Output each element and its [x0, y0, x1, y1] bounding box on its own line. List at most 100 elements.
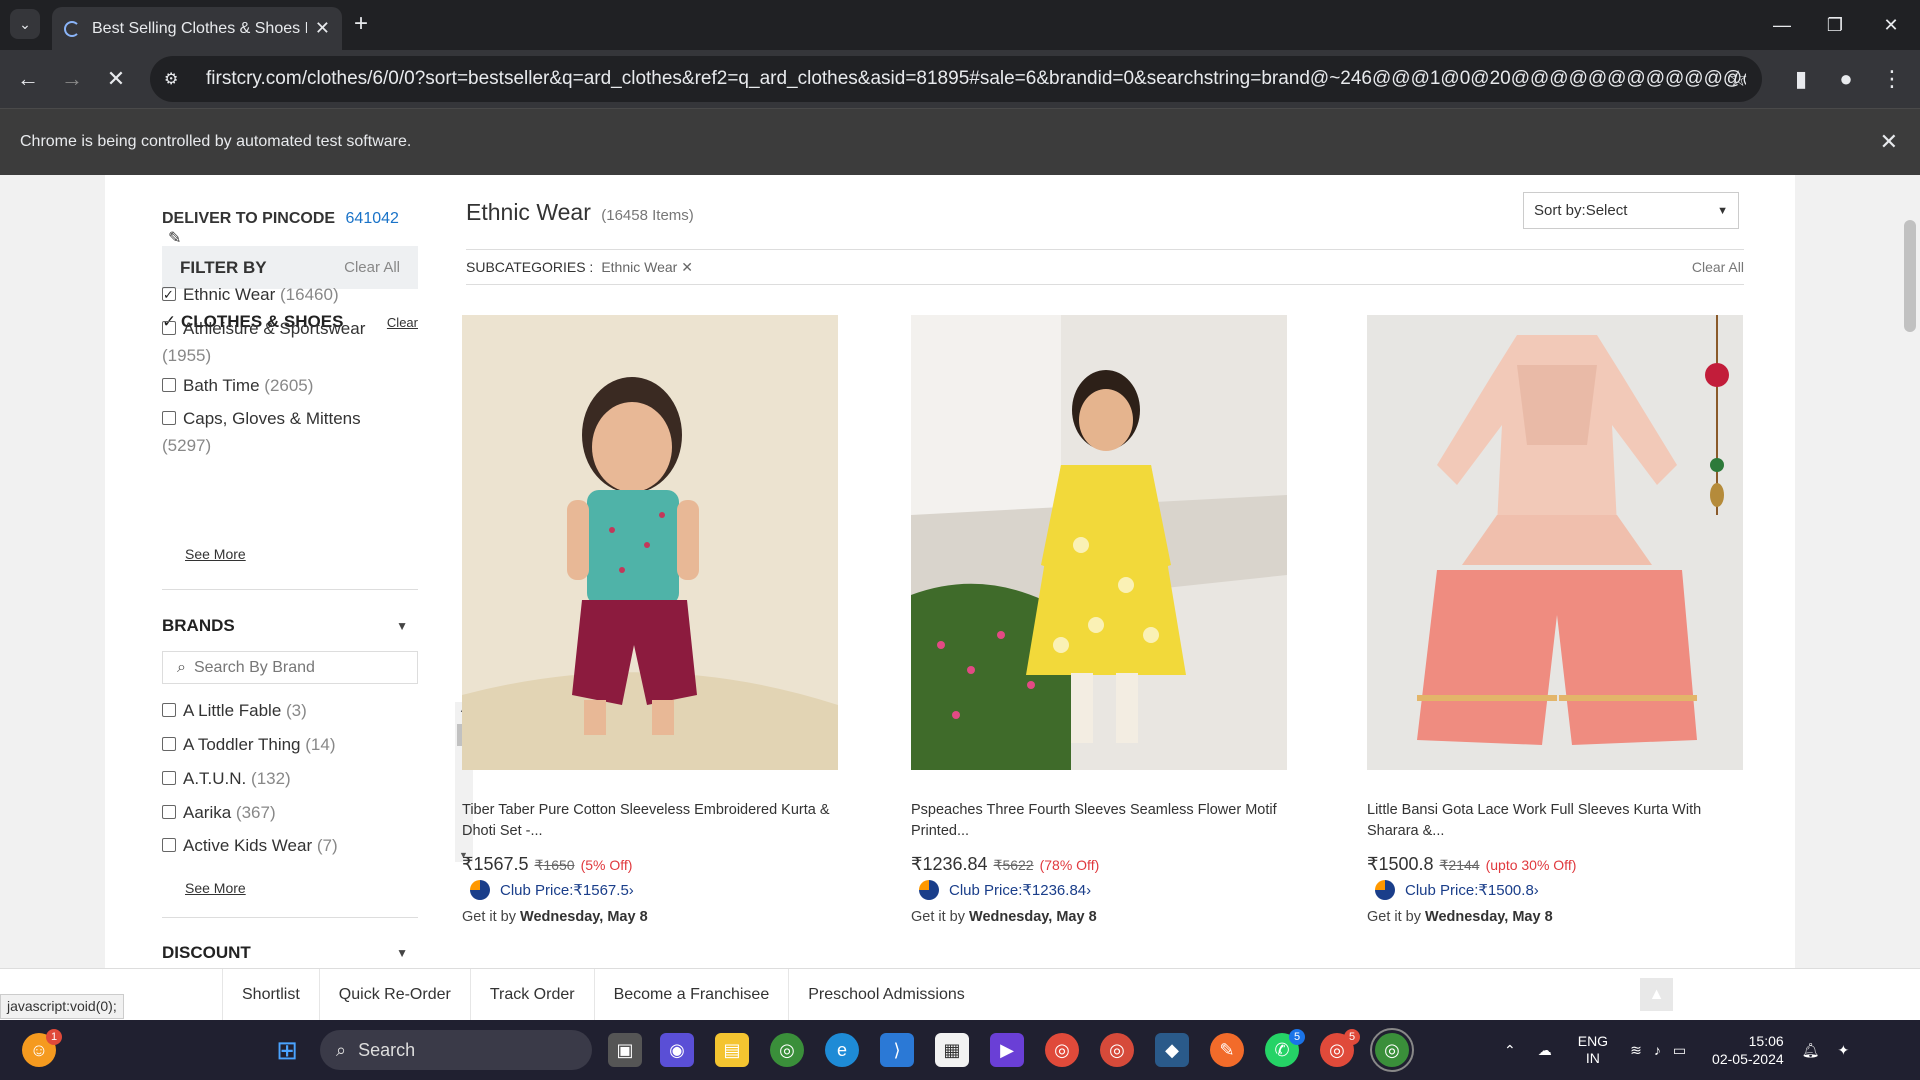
divider [162, 917, 418, 918]
category-option-bath-time[interactable]: Bath Time (2605) [162, 372, 402, 399]
quick-reorder-link[interactable]: Quick Re-Order [318, 969, 470, 1021]
brands-see-more-link[interactable]: See More [185, 880, 246, 896]
page-scrollbar[interactable] [1900, 175, 1920, 1020]
page-scroll-thumb[interactable] [1904, 220, 1916, 332]
brands-header[interactable]: BRANDS ▼ [162, 616, 418, 636]
whatsapp-icon[interactable]: ✆ 5 [1265, 1029, 1305, 1067]
chrome-profile-icon[interactable]: ◎ [1100, 1033, 1134, 1067]
chrome-profile-icon[interactable]: ◎ 5 [1320, 1029, 1360, 1067]
language-indicator[interactable]: ENG IN [1578, 1033, 1608, 1067]
brand-option[interactable]: A.T.U.N. (132) [162, 765, 402, 792]
club-price[interactable]: Club Price: ₹1500.8 › [1367, 880, 1743, 900]
tray-overflow-icon[interactable]: ⌃ [1504, 1042, 1516, 1059]
user-avatar-icon[interactable]: ☺ 1 [22, 1029, 62, 1067]
category-option-ethnic-wear[interactable]: Ethnic Wear (16460) [162, 281, 402, 308]
media-icon[interactable]: ▶ [990, 1033, 1024, 1067]
category-option-athleisure[interactable]: Athleisure & Sportswear (1955) [162, 315, 402, 369]
minimize-icon[interactable]: — [1753, 0, 1811, 50]
meet-icon[interactable]: ◉ [660, 1033, 694, 1067]
task-view-icon[interactable]: ▣ [608, 1033, 642, 1067]
new-tab-icon[interactable]: + [354, 12, 368, 36]
browser-tab[interactable]: Best Selling Clothes & Shoes P ✕ [52, 7, 342, 50]
forward-icon[interactable]: → [58, 65, 86, 93]
category-see-more-link[interactable]: See More [185, 546, 246, 562]
chrome-icon[interactable]: ◎ [770, 1033, 804, 1067]
store-icon[interactable]: ▦ [935, 1033, 969, 1067]
infobar-close-icon[interactable]: ✕ [1880, 129, 1898, 155]
product-card[interactable]: Pspeaches Three Fourth Sleeves Seamless … [911, 315, 1287, 925]
site-info-icon[interactable]: ⚙ [164, 69, 186, 89]
app-icon[interactable]: ◆ [1155, 1033, 1189, 1067]
checkbox[interactable] [162, 378, 176, 392]
address-bar[interactable]: ⚙ firstcry.com/clothes/6/0/0?sort=bestse… [150, 56, 1762, 102]
wifi-icon[interactable]: ≋ [1630, 1042, 1642, 1059]
brand-option[interactable]: Aarika (367) [162, 799, 402, 826]
caret-down-icon[interactable]: ▼ [396, 946, 408, 960]
preschool-admissions-link[interactable]: Preschool Admissions [788, 969, 984, 1021]
windows-start-icon[interactable]: ⊞ [270, 1033, 304, 1067]
scroll-to-top-icon[interactable]: ▲ [1640, 978, 1673, 1011]
brand-search-input[interactable]: ⌕ Search By Brand [162, 651, 418, 684]
vscode-icon[interactable]: ⟩ [880, 1033, 914, 1067]
product-image[interactable] [911, 315, 1287, 770]
product-image[interactable] [462, 315, 838, 770]
tab-close-icon[interactable]: ✕ [315, 18, 330, 39]
franchisee-link[interactable]: Become a Franchisee [593, 969, 789, 1021]
checkbox[interactable] [162, 411, 176, 425]
checkbox[interactable] [162, 838, 176, 852]
discount: (upto 30% Off) [1485, 857, 1577, 873]
window-close-icon[interactable]: ✕ [1862, 0, 1920, 50]
menu-kebab-icon[interactable]: ⋮ [1878, 65, 1906, 93]
product-card[interactable]: Tiber Taber Pure Cotton Sleeveless Embro… [462, 315, 838, 925]
chrome-profile-icon[interactable]: ◎ [1045, 1033, 1079, 1067]
clock[interactable]: 15:06 02-05-2024 [1712, 1032, 1784, 1068]
checkbox[interactable] [162, 321, 176, 335]
sort-dropdown[interactable]: Sort by:Select ▼ [1523, 192, 1739, 229]
category-option-caps[interactable]: Caps, Gloves & Mittens (5297) [162, 405, 402, 459]
product-card[interactable]: Little Bansi Gota Lace Work Full Sleeves… [1367, 315, 1743, 925]
side-panel-icon[interactable]: ▮ [1787, 65, 1815, 93]
notification-bell-icon[interactable]: 🔔︎ [1802, 1042, 1820, 1059]
app-icon[interactable]: ✎ [1210, 1033, 1244, 1067]
taskbar-search[interactable]: ⌕ Search [320, 1030, 592, 1070]
subcategory-chip[interactable]: Ethnic Wear ✕ [601, 259, 693, 275]
battery-icon[interactable]: ▭ [1673, 1042, 1686, 1059]
track-order-link[interactable]: Track Order [469, 969, 594, 1021]
bookmark-star-icon[interactable]: ☆ [1728, 66, 1748, 92]
volume-icon[interactable]: ♪ [1654, 1042, 1661, 1058]
tab-search-chevron-icon[interactable]: ⌄ [10, 9, 40, 39]
onedrive-icon[interactable]: ☁ [1538, 1042, 1552, 1059]
stop-loading-icon[interactable]: ✕ [102, 65, 130, 93]
back-icon[interactable]: ← [14, 65, 42, 93]
checkbox[interactable] [162, 737, 176, 751]
product-name[interactable]: Pspeaches Three Fourth Sleeves Seamless … [911, 800, 1287, 842]
subcategory-clear-all-link[interactable]: Clear All [1692, 259, 1744, 276]
checkbox-checked[interactable] [162, 281, 176, 308]
brand-option[interactable]: Active Kids Wear (7) [162, 832, 402, 859]
file-explorer-icon[interactable]: ▤ [715, 1033, 749, 1067]
delivery-info: Get it by Wednesday, May 8 [462, 909, 838, 925]
shortlist-link[interactable]: Shortlist [222, 969, 319, 1021]
club-price[interactable]: Club Price: ₹1567.5 › [462, 880, 838, 900]
profile-icon[interactable]: ● [1832, 65, 1860, 93]
product-name[interactable]: Little Bansi Gota Lace Work Full Sleeves… [1367, 800, 1743, 842]
pincode-value[interactable]: 641042 [346, 210, 399, 227]
product-image[interactable] [1367, 315, 1743, 770]
checkbox[interactable] [162, 703, 176, 717]
brand-option[interactable]: A Little Fable (3) [162, 697, 402, 724]
club-price-value: ₹1500.8 [1478, 882, 1534, 899]
clear-all-filters-link[interactable]: Clear All [344, 259, 400, 276]
checkbox[interactable] [162, 771, 176, 785]
copilot-icon[interactable]: ✦ [1837, 1042, 1849, 1059]
brand-option[interactable]: A Toddler Thing (14) [162, 731, 402, 758]
caret-down-icon[interactable]: ▼ [396, 619, 408, 633]
edge-icon[interactable]: e [825, 1033, 859, 1067]
edit-pencil-icon[interactable]: ✎ [168, 230, 181, 247]
restore-icon[interactable]: ❐ [1806, 0, 1864, 50]
remove-chip-icon[interactable]: ✕ [681, 259, 693, 275]
chrome-active-icon[interactable]: ◎ [1370, 1028, 1414, 1072]
checkbox[interactable] [162, 805, 176, 819]
discount-header[interactable]: DISCOUNT ▼ [162, 943, 418, 963]
product-name[interactable]: Tiber Taber Pure Cotton Sleeveless Embro… [462, 800, 838, 842]
club-price[interactable]: Club Price: ₹1236.84 › [911, 880, 1287, 900]
